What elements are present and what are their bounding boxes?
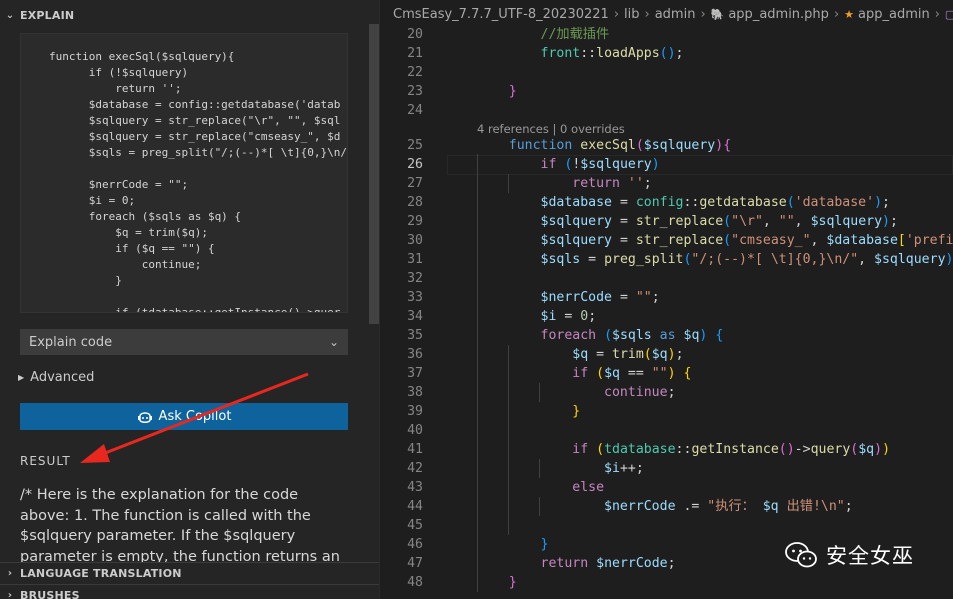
chevron-down-icon: ⌄	[5, 9, 15, 21]
code-line[interactable]: 36 $q = trim($q);	[381, 345, 953, 364]
line-number: 48	[407, 575, 423, 590]
code-line[interactable]: 25 function execSql($sqlquery){	[381, 136, 953, 155]
language-translation-label: LANGUAGE TRANSLATION	[20, 567, 182, 580]
brushes-label: BRUSHES	[20, 589, 80, 599]
advanced-label: Advanced	[30, 370, 95, 385]
code-line[interactable]: 34 $i = 0;	[381, 307, 953, 326]
wechat-watermark: 安全女巫	[784, 540, 914, 570]
line-number: 37	[407, 366, 423, 381]
line-number: 43	[407, 480, 423, 495]
breadcrumb-item[interactable]: CmsEasy_7.7.7_UTF-8_20230221	[393, 7, 609, 22]
line-number: 39	[407, 404, 423, 419]
chevron-right-icon: ›	[644, 6, 650, 22]
line-number: 46	[407, 537, 423, 552]
line-number: 38	[407, 385, 423, 400]
line-number: 31	[407, 252, 423, 267]
action-select-value: Explain code	[29, 334, 113, 350]
explain-section-header[interactable]: ⌄ EXPLAIN	[0, 4, 379, 26]
breadcrumb: CmsEasy_7.7.7_UTF-8_20230221 › lib › adm…	[381, 0, 953, 28]
triangle-right-icon: ▶	[18, 373, 25, 382]
code-line[interactable]: 44 $nerrCode .= "执行： $q 出错!\n";	[381, 497, 953, 516]
ask-copilot-label: Ask Copilot	[158, 409, 232, 424]
chevron-right-icon: ›	[700, 6, 706, 22]
chevron-right-icon: ›	[7, 590, 13, 599]
line-number: 28	[407, 195, 423, 210]
line-number: 26	[407, 157, 423, 172]
line-number: 42	[407, 461, 423, 476]
code-line[interactable]: 31 $sqls = preg_split("/;(--)*[ \t]{0,}\…	[381, 250, 953, 269]
code-line[interactable]: 40	[381, 421, 953, 440]
code-line[interactable]: 20 //加载插件	[381, 25, 953, 44]
code-line[interactable]: 26 if (!$sqlquery)	[381, 155, 953, 174]
line-number: 44	[407, 499, 423, 514]
brushes-section-header[interactable]: › BRUSHES	[0, 584, 379, 599]
line-number: 36	[407, 347, 423, 362]
line-number: 41	[407, 442, 423, 457]
code-line[interactable]: 21 front::loadApps();	[381, 44, 953, 63]
line-number: 30	[407, 233, 423, 248]
action-select[interactable]: Explain code ⌄	[20, 329, 348, 355]
result-text: /* Here is the explanation for the code …	[20, 487, 340, 562]
chevron-right-icon: ›	[7, 568, 13, 579]
line-number: 35	[407, 328, 423, 343]
code-editor: CmsEasy_7.7.7_UTF-8_20230221 › lib › adm…	[381, 0, 953, 599]
code-line[interactable]: 42 $i++;	[381, 459, 953, 478]
line-number: 34	[407, 309, 423, 324]
language-translation-section-header[interactable]: › LANGUAGE TRANSLATION	[0, 562, 379, 584]
panel-scrollbar[interactable]	[369, 24, 379, 324]
line-number: 32	[407, 271, 423, 286]
line-number: 33	[407, 290, 423, 305]
code-snippet: function execSql($sqlquery){ if (!$sqlqu…	[49, 50, 348, 313]
wechat-logo-icon	[785, 542, 817, 568]
code-line[interactable]: 30 $sqlquery = str_replace("cmseasy_", $…	[381, 231, 953, 250]
chevron-right-icon: ›	[613, 6, 620, 22]
breadcrumb-item[interactable]: lib	[624, 7, 639, 22]
code-line[interactable]: 48 }	[381, 573, 953, 592]
code-line[interactable]: 22	[381, 63, 953, 82]
line-number: 40	[407, 423, 423, 438]
line-number: 24	[407, 103, 423, 118]
php-file-icon: 🐘	[710, 7, 725, 21]
breadcrumb-item[interactable]: app_admin.php	[728, 7, 829, 22]
copilot-icon	[137, 411, 152, 423]
line-number: 25	[407, 138, 423, 153]
code-line[interactable]: 37 if ($q == "") {	[381, 364, 953, 383]
watermark-text: 安全女巫	[826, 544, 914, 568]
chevron-right-icon: ›	[934, 6, 940, 22]
code-line[interactable]: 33 $nerrCode = "";	[381, 288, 953, 307]
ask-copilot-button[interactable]: Ask Copilot	[20, 403, 348, 430]
copilot-side-panel: ⌄ EXPLAIN function execSql($sqlquery){ i…	[0, 0, 380, 599]
class-symbol-icon: ★	[844, 7, 855, 21]
line-number: 20	[407, 27, 423, 42]
code-line[interactable]: 39 }	[381, 402, 953, 421]
codelens-references[interactable]: 4 references | 0 overrides	[477, 122, 625, 136]
chevron-right-icon: ›	[833, 6, 840, 22]
code-line[interactable]: 45	[381, 516, 953, 535]
code-line[interactable]: 43 else	[381, 478, 953, 497]
line-number: 21	[407, 46, 423, 61]
code-line[interactable]: 41 if (tdatabase::getInstance()->query($…	[381, 440, 953, 459]
code-line[interactable]: 27 return '';	[381, 174, 953, 193]
code-line[interactable]: 24	[381, 101, 953, 120]
line-number: 27	[407, 176, 423, 191]
line-number: 23	[407, 84, 423, 99]
code-line[interactable]: 32	[381, 269, 953, 288]
advanced-toggle[interactable]: ▶ Advanced	[18, 370, 94, 385]
line-number: 45	[407, 518, 423, 533]
breadcrumb-item[interactable]: app_admin	[858, 7, 930, 22]
code-line[interactable]: 23 }	[381, 82, 953, 101]
code-line[interactable]: 29 $sqlquery = str_replace("\r", "", $sq…	[381, 212, 953, 231]
explain-header-label: EXPLAIN	[20, 8, 75, 22]
line-number: 29	[407, 214, 423, 229]
line-number: 22	[407, 65, 423, 80]
line-number: 47	[407, 556, 423, 571]
breadcrumb-item[interactable]: admin	[655, 7, 696, 22]
code-line[interactable]: 28 $database = config::getdatabase('data…	[381, 193, 953, 212]
code-line[interactable]: 35 foreach ($sqls as $q) {	[381, 326, 953, 345]
method-symbol-icon: ▢	[944, 7, 953, 21]
code-snippet-box: function execSql($sqlquery){ if (!$sqlqu…	[20, 33, 348, 313]
chevron-down-icon: ⌄	[328, 335, 339, 349]
result-heading: RESULT	[20, 454, 71, 468]
code-line[interactable]: 38 continue;	[381, 383, 953, 402]
